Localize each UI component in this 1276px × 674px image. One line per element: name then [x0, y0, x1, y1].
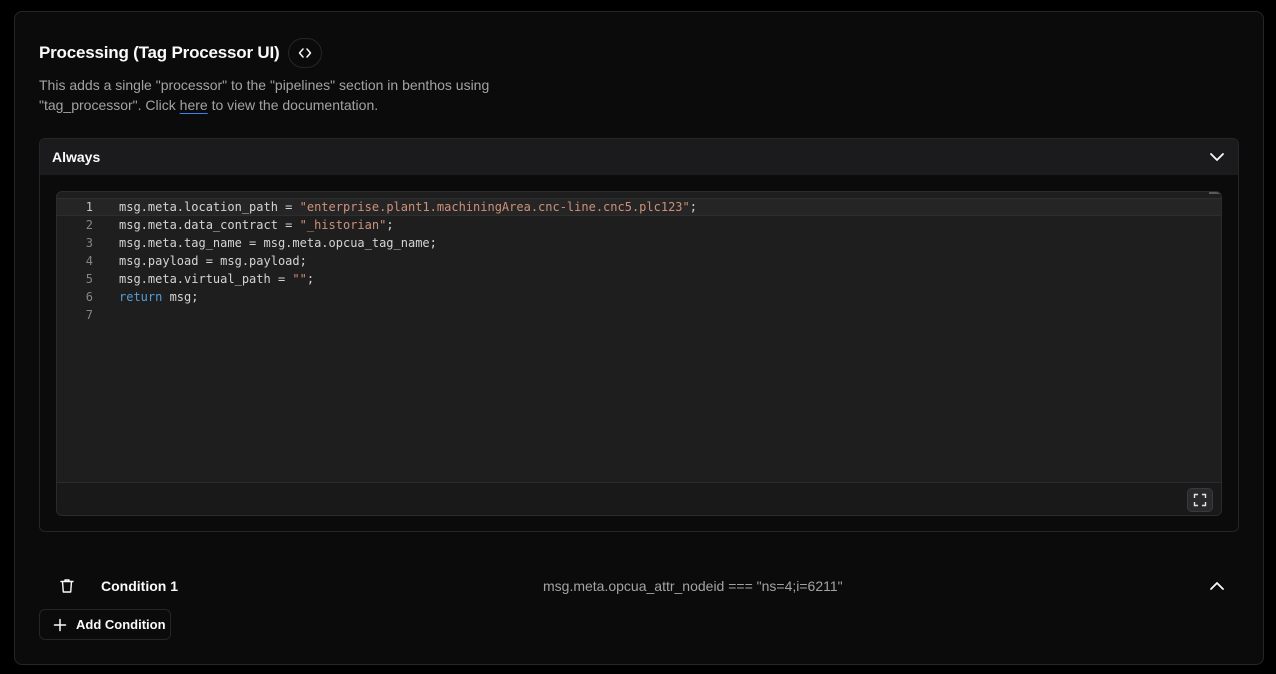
code-lines[interactable]: 1 msg.meta.location_path = "enterprise.pl… — [57, 192, 1221, 482]
section-description: This adds a single "processor" to the "p… — [39, 75, 559, 115]
description-text-end: to view the documentation. — [207, 97, 379, 113]
always-panel-header[interactable]: Always — [40, 139, 1238, 175]
code-text: return msg; — [119, 288, 198, 306]
condition-label: Condition 1 — [101, 578, 178, 594]
line-number: 2 — [85, 218, 93, 232]
code-token: msg.meta.location_path = — [119, 200, 300, 214]
always-panel-title: Always — [52, 149, 101, 165]
delete-condition-button[interactable] — [57, 576, 77, 596]
code-line[interactable]: 6 return msg; — [57, 288, 1221, 306]
chevron-down-icon[interactable] — [1208, 148, 1226, 166]
code-token: ; — [306, 272, 315, 286]
line-number: 6 — [85, 290, 93, 304]
chevron-up-icon — [1210, 582, 1224, 590]
code-text: msg.meta.location_path = "enterprise.pla… — [119, 199, 697, 215]
code-token: "" — [292, 272, 307, 286]
code-token: ; — [386, 218, 394, 232]
code-line[interactable]: 4 msg.payload = msg.payload; — [57, 252, 1221, 270]
code-token: "enterprise.plant1.machiningArea.cnc-lin… — [299, 200, 690, 214]
line-number: 1 — [85, 200, 93, 214]
add-condition-label: Add Condition — [76, 617, 166, 632]
code-line[interactable]: 3 msg.meta.tag_name = msg.meta.opcua_tag_… — [57, 234, 1221, 252]
condition-expression: msg.meta.opcua_attr_nodeid === "ns=4;i=6… — [543, 578, 843, 594]
documentation-link[interactable]: here — [180, 97, 208, 113]
code-token: msg; — [162, 290, 199, 304]
section-header: Processing (Tag Processor UI) — [39, 38, 323, 68]
code-text: msg.meta.tag_name = msg.meta.opcua_tag_n… — [119, 234, 437, 252]
code-text: msg.payload = msg.payload; — [119, 252, 307, 270]
condition-expand-button[interactable] — [1205, 574, 1229, 598]
code-text: msg.meta.data_contract = "_historian"; — [119, 216, 394, 234]
editor-footer — [57, 482, 1221, 515]
line-number: 4 — [85, 254, 93, 268]
code-line[interactable]: 1 msg.meta.location_path = "enterprise.pl… — [57, 198, 1221, 216]
line-number: 3 — [85, 236, 93, 250]
processing-card: Processing (Tag Processor UI) This adds … — [14, 11, 1264, 665]
plus-icon — [53, 618, 67, 631]
condition-row: Condition 1 msg.meta.opcua_attr_nodeid =… — [39, 568, 1239, 604]
section-title: Processing (Tag Processor UI) — [39, 43, 280, 62]
code-token: msg.meta.data_contract = — [119, 218, 300, 232]
code-line[interactable]: 2 msg.meta.data_contract = "_historian"; — [57, 216, 1221, 234]
code-token: ; — [689, 200, 697, 214]
code-token: "_historian" — [299, 218, 387, 232]
line-number: 5 — [85, 272, 93, 286]
code-token: msg.meta.virtual_path = — [119, 272, 293, 286]
code-text: msg.meta.virtual_path = ""; — [119, 270, 314, 288]
code-line[interactable]: 5 msg.meta.virtual_path = ""; — [57, 270, 1221, 288]
fullscreen-icon — [1193, 493, 1207, 507]
always-panel: Always 1 msg.meta.location_path = "enterp… — [39, 138, 1239, 532]
add-condition-button[interactable]: Add Condition — [39, 609, 171, 640]
line-number: 7 — [85, 308, 93, 322]
view-code-button[interactable] — [288, 38, 323, 68]
code-editor[interactable]: 1 msg.meta.location_path = "enterprise.pl… — [56, 191, 1222, 516]
trash-icon — [60, 579, 74, 593]
code-line[interactable]: 7 — [57, 306, 1221, 324]
code-token: msg.meta.tag_name = msg.meta.opcua_tag_n… — [119, 236, 437, 250]
code-brackets-icon — [299, 48, 312, 58]
code-token: msg.payload = msg.payload; — [119, 254, 307, 268]
fullscreen-button[interactable] — [1187, 488, 1213, 512]
code-token: return — [119, 290, 163, 304]
overview-ruler-marker — [1209, 192, 1221, 194]
